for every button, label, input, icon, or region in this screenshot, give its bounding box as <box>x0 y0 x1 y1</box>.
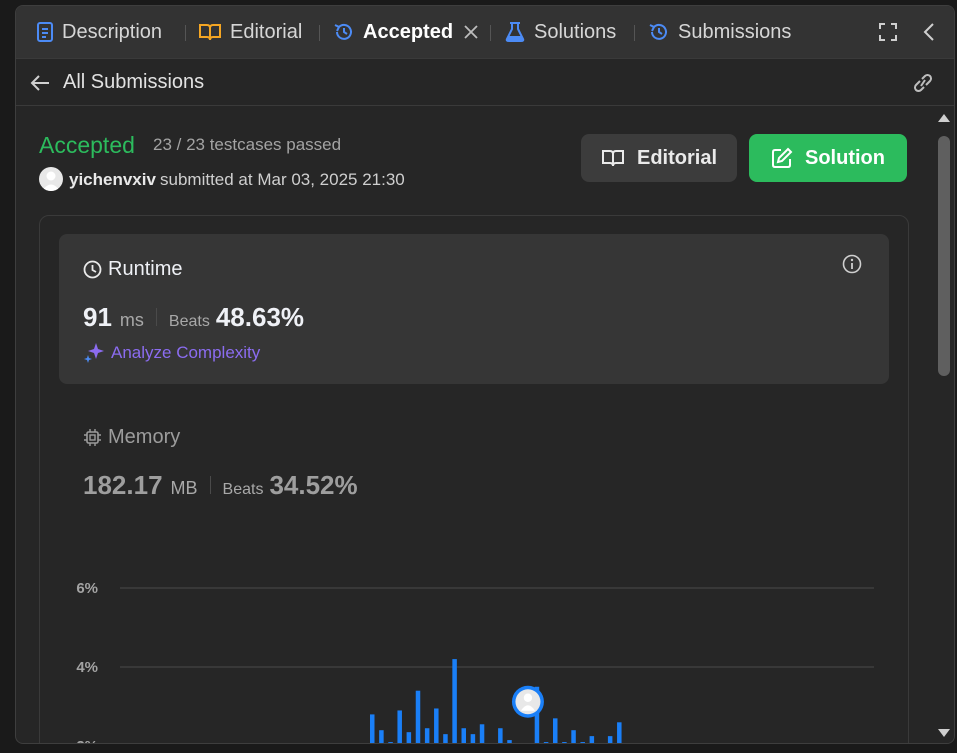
distribution-bar[interactable] <box>607 736 613 743</box>
scroll-down-arrow[interactable] <box>938 729 950 737</box>
analyze-complexity-label: Analyze Complexity <box>111 343 261 362</box>
runtime-title-label: Runtime <box>108 258 183 280</box>
runtime-beats-value: 48.63% <box>215 302 305 332</box>
tab-solutions[interactable]: Solutions <box>504 16 616 48</box>
memory-title[interactable]: Memory <box>83 426 180 449</box>
tab-divider <box>490 25 491 41</box>
distribution-bar[interactable] <box>434 708 439 743</box>
distribution-bar[interactable] <box>379 730 384 743</box>
tab-accepted[interactable]: Accepted <box>333 16 487 48</box>
y-tick-label: 6% <box>76 580 98 597</box>
distribution-bar[interactable] <box>507 740 512 743</box>
distribution-bar[interactable] <box>370 714 375 743</box>
runtime-value: 91 <box>83 302 112 332</box>
runtime-unit: ms <box>119 310 144 330</box>
distribution-bar[interactable] <box>589 736 595 743</box>
scrollbar-thumb[interactable] <box>938 136 950 376</box>
distribution-bar[interactable] <box>397 710 402 743</box>
tab-bar: Description Editorial Accepted Solutions… <box>16 6 954 59</box>
memory-value: 182.17 <box>83 470 163 500</box>
tab-editorial-label: Editorial <box>230 20 303 43</box>
editorial-button[interactable]: Editorial <box>581 134 737 182</box>
tab-divider <box>185 25 186 41</box>
submission-content: Accepted 23 / 23 testcases passed yichen… <box>16 106 934 743</box>
description-icon <box>37 22 53 42</box>
divider <box>155 308 157 326</box>
runtime-stats: 91 ms Beats 48.63% <box>83 302 304 333</box>
distribution-bar[interactable] <box>406 732 412 743</box>
solution-button-label: Solution <box>805 146 885 169</box>
distribution-bar[interactable] <box>571 730 576 743</box>
flask-icon <box>505 22 525 42</box>
runtime-title: Runtime <box>83 258 182 281</box>
clock-icon <box>83 260 102 279</box>
distribution-bar[interactable] <box>617 722 622 743</box>
tab-divider <box>319 25 320 41</box>
history-icon <box>334 23 352 40</box>
your-submission-marker[interactable] <box>511 685 544 718</box>
tab-accepted-label: Accepted <box>363 20 454 43</box>
analyze-complexity-link[interactable]: Analyze Complexity <box>83 342 260 364</box>
book-icon <box>199 24 221 41</box>
solution-button[interactable]: Solution <box>749 134 907 182</box>
distribution-bar[interactable] <box>562 742 567 743</box>
distribution-bar[interactable] <box>443 734 448 743</box>
submission-header: All Submissions <box>16 59 954 106</box>
divider <box>209 476 211 494</box>
runtime-distribution-chart: 6% 4% 2% <box>76 580 874 743</box>
all-submissions-link[interactable]: All Submissions <box>63 71 204 94</box>
distribution-bar[interactable] <box>452 659 457 743</box>
distribution-bar[interactable] <box>424 728 430 743</box>
distribution-bar[interactable] <box>479 724 485 743</box>
tab-description[interactable]: Description <box>36 16 162 48</box>
editorial-button-label: Editorial <box>636 146 717 169</box>
avatar[interactable] <box>39 167 63 191</box>
testcases-passed: 23 / 23 testcases passed <box>153 135 342 154</box>
sparkle-icon <box>84 343 104 363</box>
history-icon <box>649 23 667 40</box>
tab-submissions-label: Submissions <box>678 20 792 43</box>
stats-panel: Runtime 91 ms Beats 48.63% Analyze Compl… <box>39 215 909 743</box>
scrollbar[interactable] <box>934 106 954 743</box>
status-accepted: Accepted <box>39 132 135 158</box>
fullscreen-icon[interactable] <box>876 20 900 44</box>
close-icon[interactable] <box>463 24 479 40</box>
distribution-bar[interactable] <box>415 690 421 743</box>
memory-unit: MB <box>170 478 198 498</box>
tab-solutions-label: Solutions <box>534 20 617 43</box>
submission-panel: Description Editorial Accepted Solutions… <box>15 5 955 744</box>
distribution-bar[interactable] <box>580 742 585 743</box>
book-icon <box>601 150 624 167</box>
distribution-bar[interactable] <box>461 728 467 743</box>
memory-stats: 182.17 MB Beats 34.52% <box>83 470 358 501</box>
edit-icon <box>772 147 793 168</box>
distribution-bar[interactable] <box>553 718 558 743</box>
scroll-up-arrow[interactable] <box>938 114 950 122</box>
distribution-bar[interactable] <box>543 742 549 743</box>
chip-icon <box>84 429 101 446</box>
collapse-icon[interactable] <box>917 20 941 44</box>
memory-beats-label: Beats <box>222 481 264 498</box>
tab-submissions[interactable]: Submissions <box>648 16 791 48</box>
tab-editorial[interactable]: Editorial <box>198 16 302 48</box>
memory-beats-value: 34.52% <box>269 470 358 500</box>
y-tick-label: 2% <box>76 738 98 743</box>
runtime-beats-label: Beats <box>168 313 210 330</box>
memory-title-label: Memory <box>108 426 181 448</box>
tab-description-label: Description <box>62 20 163 43</box>
distribution-bar[interactable] <box>388 742 393 743</box>
back-arrow-icon[interactable] <box>28 71 52 95</box>
submitted-time: submitted at Mar 03, 2025 21:30 <box>160 170 405 189</box>
info-icon[interactable] <box>842 254 862 274</box>
username[interactable]: yichenvxiv <box>69 170 156 190</box>
tab-divider <box>634 25 635 41</box>
y-tick-label: 4% <box>76 659 98 676</box>
link-icon[interactable] <box>910 71 936 95</box>
distribution-bar[interactable] <box>470 734 476 743</box>
distribution-bar[interactable] <box>498 728 503 743</box>
runtime-card[interactable]: Runtime 91 ms Beats 48.63% Analyze Compl… <box>59 234 889 384</box>
